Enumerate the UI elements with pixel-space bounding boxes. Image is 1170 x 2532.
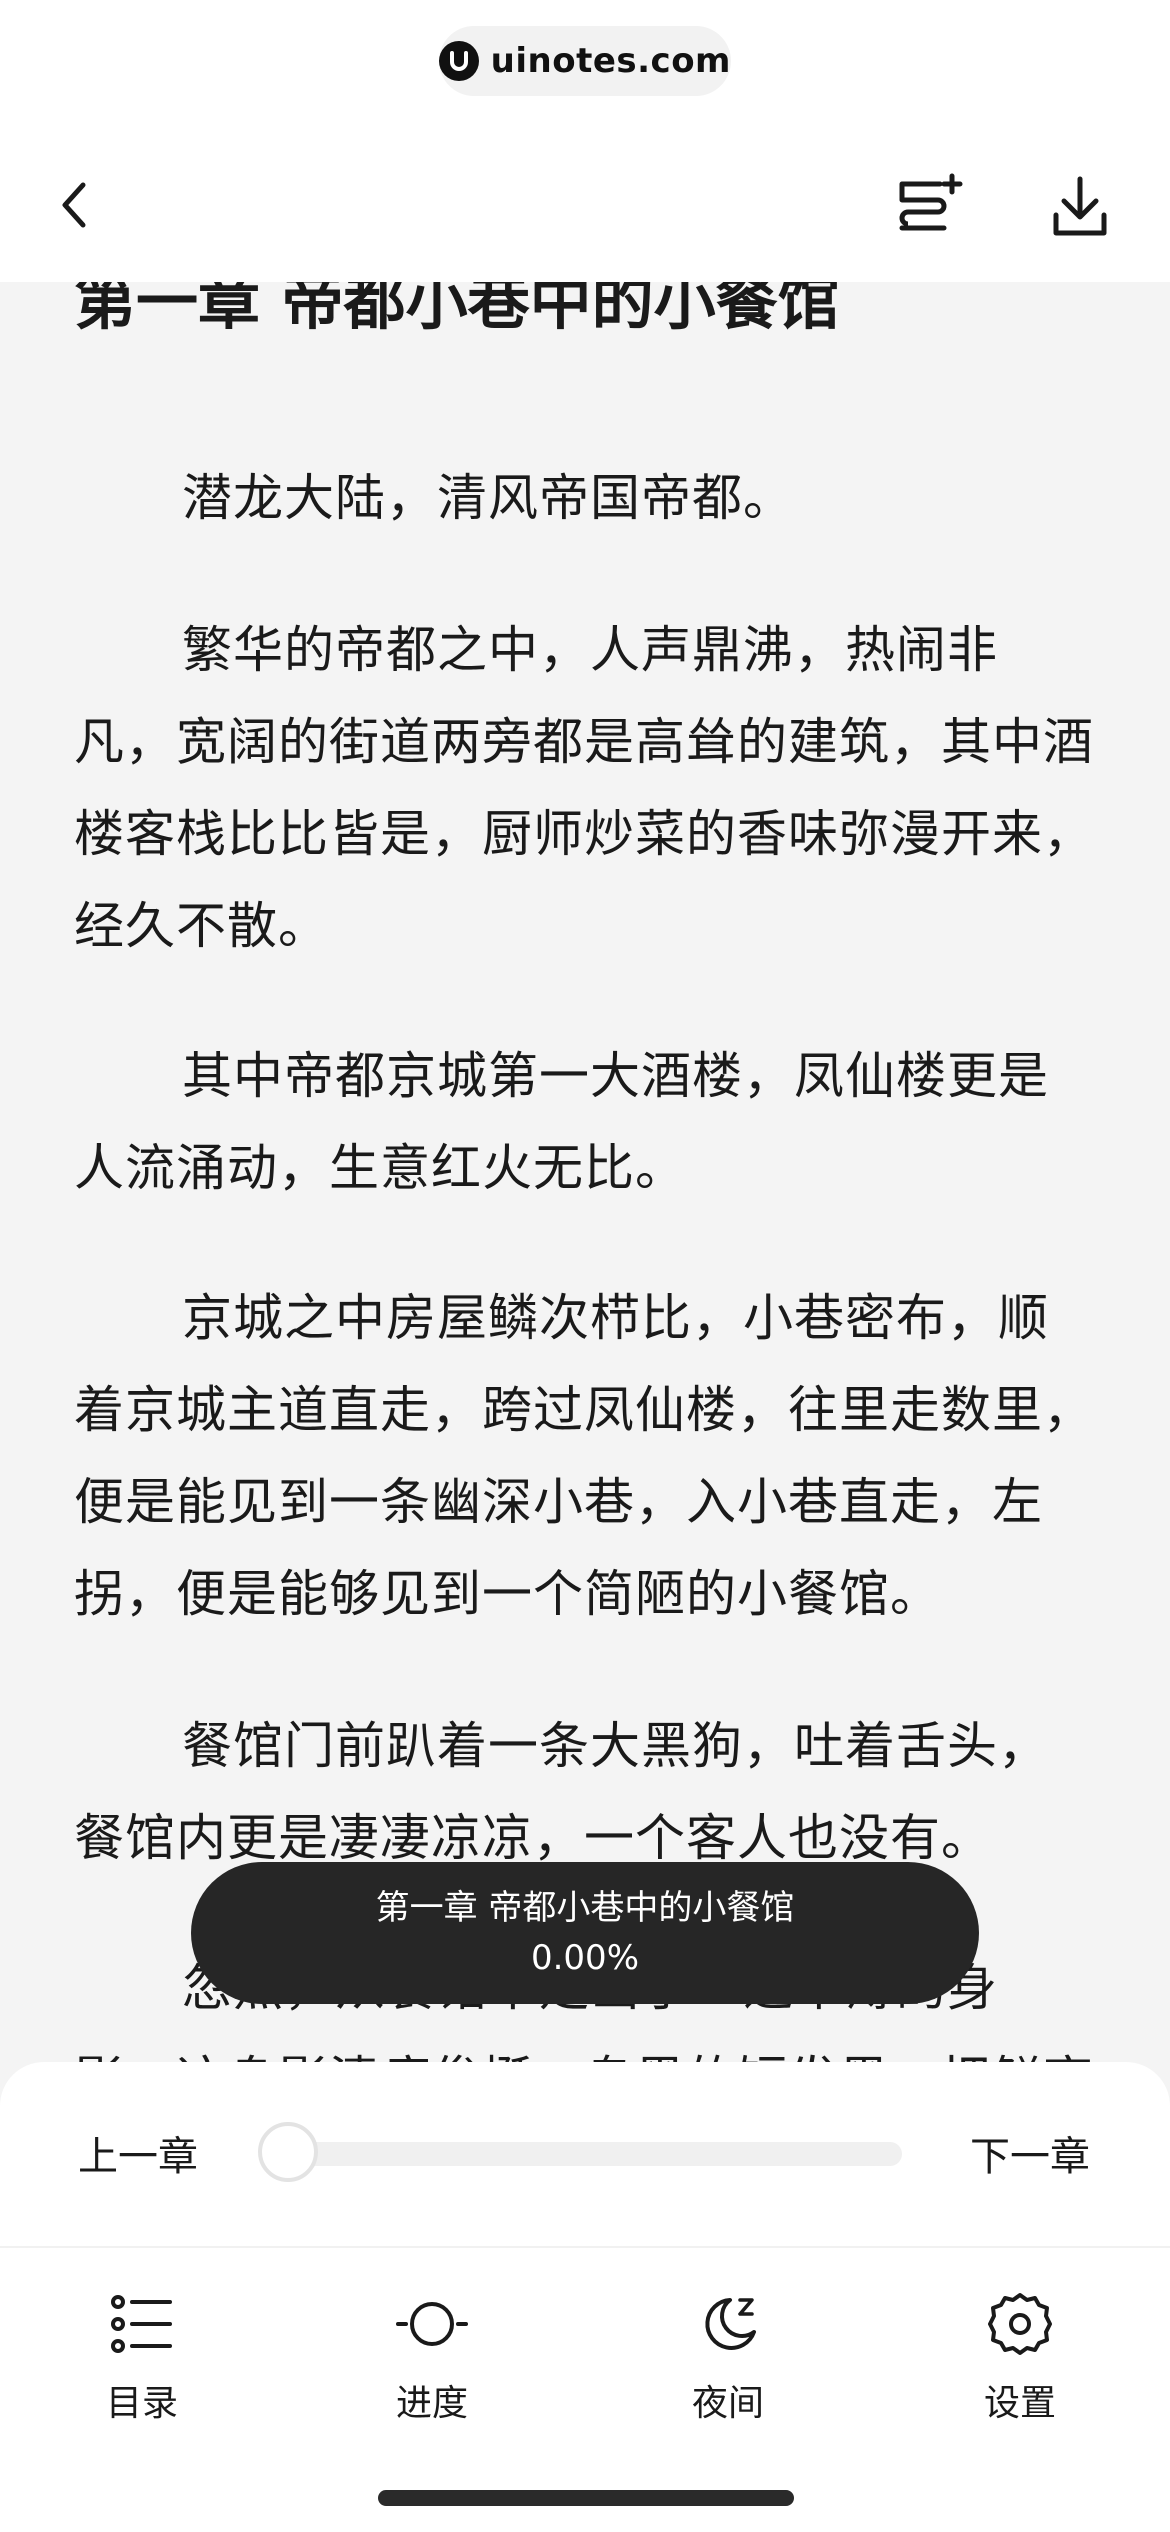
prev-chapter-button[interactable]: 上一章 (78, 2124, 198, 2182)
add-to-shelf-button[interactable] (888, 164, 972, 248)
moon-icon (692, 2288, 764, 2360)
reader-control-panel: 上一章 下一章 目录 进度 夜间 设置 (0, 2062, 1170, 2532)
tab-label: 目录 (105, 2383, 178, 2424)
watermark-badge: uinotes.com (439, 26, 731, 96)
download-icon (1053, 176, 1107, 236)
list-icon (106, 2288, 178, 2360)
paragraph: 潜龙大陆，清风帝国帝都。 (182, 469, 794, 527)
tab-label: 夜间 (691, 2383, 764, 2424)
watermark-logo-icon (439, 41, 479, 81)
bottom-toolbar: 目录 进度 夜间 设置 (0, 2250, 1170, 2450)
progress-slider-track[interactable] (262, 2142, 902, 2166)
reader-screen: 第一章 帝都小巷中的小餐馆 潜龙大陆，清风帝国帝都。 繁华的帝都之中，人声鼎沸，… (0, 0, 1170, 2532)
chevron-left-icon (62, 182, 86, 228)
toast-progress-text: 0.00% (530, 1938, 639, 1978)
paragraph: 餐馆门前趴着一条大黑狗，吐着舌头，餐馆内更是凄凄凉凉，一个客人也没有。 (74, 1717, 1049, 1867)
paragraph: 京城之中房屋鳞次栉比，小巷密布，顺着京城主道直走，跨过凤仙楼，往里走数里，便是能… (74, 1289, 1094, 1623)
tab-settings[interactable]: 设置 (940, 2270, 1100, 2430)
back-button[interactable] (40, 170, 110, 240)
download-button[interactable] (1040, 168, 1120, 248)
tab-label: 进度 (395, 2383, 468, 2424)
home-indicator (378, 2490, 794, 2506)
tab-table-of-contents[interactable]: 目录 (62, 2270, 222, 2430)
top-bar: uinotes.com (0, 0, 1170, 282)
paragraph: 其中帝都京城第一大酒楼，凤仙楼更是人流涌动，生意红火无比。 (74, 1047, 1049, 1197)
progress-slider-thumb[interactable] (258, 2122, 318, 2182)
chapter-progress-row: 上一章 下一章 (0, 2062, 1170, 2248)
next-chapter-button[interactable]: 下一章 (970, 2124, 1090, 2182)
paragraph: 繁华的帝都之中，人声鼎沸，热闹非凡，宽阔的街道两旁都是高耸的建筑，其中酒楼客栈比… (74, 621, 1094, 955)
progress-toast: 第一章 帝都小巷中的小餐馆 0.00% (191, 1862, 979, 2004)
tab-progress[interactable]: 进度 (352, 2270, 512, 2430)
progress-circle-icon (396, 2288, 468, 2360)
watermark-text: uinotes.com (490, 41, 731, 81)
toast-chapter-title: 第一章 帝都小巷中的小餐馆 (375, 1888, 795, 1928)
tab-night-mode[interactable]: 夜间 (648, 2270, 808, 2430)
tab-label: 设置 (983, 2383, 1056, 2424)
bookshelf-add-icon (899, 173, 963, 231)
gear-icon (984, 2288, 1056, 2360)
